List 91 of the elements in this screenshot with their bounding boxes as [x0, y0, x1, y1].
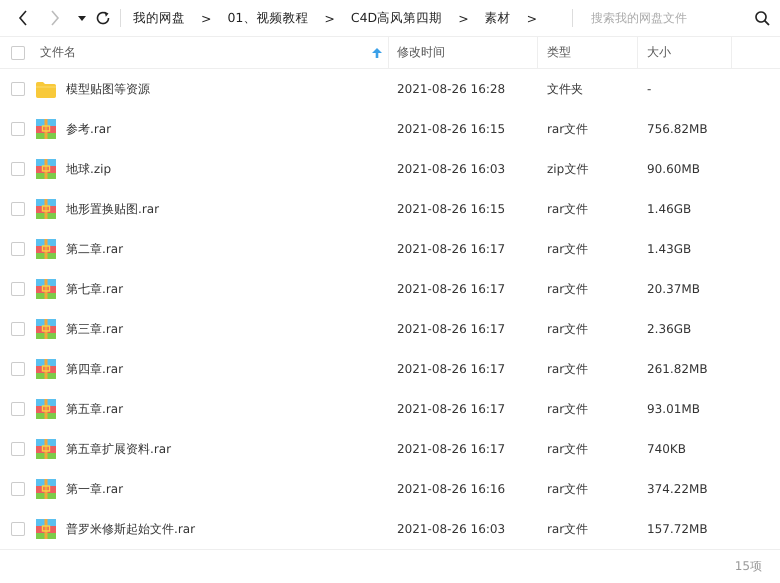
file-size: 2.36GB [647, 322, 692, 336]
file-name[interactable]: 地球.zip [66, 160, 112, 178]
column-header[interactable]: 修改时间 [389, 36, 538, 68]
modified-date: 2021-08-26 16:17 [397, 322, 506, 336]
checkbox[interactable] [11, 442, 25, 456]
file-size: 1.46GB [647, 202, 692, 216]
file-name[interactable]: 参考.rar [66, 120, 112, 138]
breadcrumb-link[interactable]: 01、视频教程 [227, 10, 308, 26]
file-type: rar文件 [547, 362, 588, 376]
modified-date: 2021-08-26 16:15 [397, 122, 506, 136]
checkbox[interactable] [11, 46, 25, 60]
file-size: 261.82MB [647, 362, 708, 376]
modified-date: 2021-08-26 16:17 [397, 242, 506, 256]
file-type: 文件夹 [547, 82, 583, 96]
refresh-icon[interactable] [96, 11, 110, 25]
file-type: rar文件 [547, 122, 588, 136]
file-size: 90.60MB [647, 162, 700, 176]
checkbox[interactable] [11, 122, 25, 136]
breadcrumb-separator: > [324, 10, 335, 26]
back-icon [18, 10, 28, 26]
archive-file-icon [36, 159, 56, 179]
modified-date: 2021-08-26 16:15 [397, 202, 506, 216]
archive-file-icon [36, 319, 56, 339]
forward-icon [50, 10, 60, 26]
archive-file-icon [36, 279, 56, 299]
file-name[interactable]: 地形置换贴图.rar [66, 200, 160, 218]
breadcrumb-link[interactable]: C4D高风第四期 [350, 10, 442, 26]
file-name[interactable]: 模型贴图等资源 [66, 80, 150, 98]
checkbox[interactable] [11, 322, 25, 336]
file-name[interactable]: 第五章扩展资料.rar [66, 440, 172, 458]
column-header[interactable]: 文件名 [36, 36, 389, 68]
checkbox[interactable] [11, 242, 25, 256]
checkbox[interactable] [11, 522, 25, 536]
file-type: zip文件 [547, 162, 588, 176]
file-size: - [647, 82, 652, 96]
modified-date: 2021-08-26 16:16 [397, 482, 506, 496]
archive-file-icon [36, 479, 56, 499]
file-name[interactable]: 第七章.rar [66, 280, 124, 298]
breadcrumb-separator: > [458, 10, 469, 26]
file-type: rar文件 [547, 282, 588, 296]
file-size: 157.72MB [647, 522, 708, 536]
dropdown-caret-icon[interactable] [78, 16, 86, 20]
checkbox[interactable] [11, 402, 25, 416]
file-name[interactable]: 第五章.rar [66, 400, 124, 418]
file-type: rar文件 [547, 522, 588, 536]
search-icon[interactable] [755, 10, 770, 26]
archive-file-icon [36, 239, 56, 259]
breadcrumb-link[interactable]: 素材 [484, 10, 511, 26]
archive-file-icon [36, 519, 56, 539]
file-size: 740KB [647, 442, 686, 456]
file-name[interactable]: 第四章.rar [66, 360, 124, 378]
column-header[interactable]: 大小 [638, 36, 732, 68]
file-size: 20.37MB [647, 282, 700, 296]
modified-date: 2021-08-26 16:17 [397, 402, 506, 416]
breadcrumb-link[interactable]: 我的网盘 [133, 10, 185, 26]
folder-icon [36, 80, 56, 98]
item-count: 15项 [734, 558, 762, 575]
archive-file-icon [36, 119, 56, 139]
breadcrumb-separator: > [201, 10, 212, 26]
checkbox[interactable] [11, 162, 25, 176]
file-size: 756.82MB [647, 122, 708, 136]
file-size: 374.22MB [647, 482, 708, 496]
archive-file-icon [36, 399, 56, 419]
file-type: rar文件 [547, 242, 588, 256]
file-name[interactable]: 第三章.rar [66, 320, 124, 338]
file-name[interactable]: 第一章.rar [66, 480, 124, 498]
modified-date: 2021-08-26 16:03 [397, 162, 506, 176]
file-type: rar文件 [547, 402, 588, 416]
modified-date: 2021-08-26 16:17 [397, 362, 506, 376]
file-name[interactable]: 普罗米修斯起始文件.rar [66, 520, 196, 538]
archive-file-icon [36, 439, 56, 459]
modified-date: 2021-08-26 16:03 [397, 522, 506, 536]
checkbox[interactable] [11, 82, 25, 96]
modified-date: 2021-08-26 16:28 [397, 82, 506, 96]
file-type: rar文件 [547, 202, 588, 216]
checkbox[interactable] [11, 362, 25, 376]
file-type: rar文件 [547, 442, 588, 456]
column-header[interactable]: 类型 [538, 36, 638, 68]
file-name[interactable]: 第二章.rar [66, 240, 124, 258]
file-type: rar文件 [547, 322, 588, 336]
modified-date: 2021-08-26 16:17 [397, 442, 506, 456]
file-size: 93.01MB [647, 402, 700, 416]
breadcrumb-separator: > [526, 10, 538, 26]
archive-file-icon [36, 359, 56, 379]
checkbox[interactable] [11, 202, 25, 216]
checkbox[interactable] [11, 282, 25, 296]
file-size: 1.43GB [647, 242, 692, 256]
archive-file-icon [36, 199, 56, 219]
checkbox[interactable] [11, 482, 25, 496]
file-type: rar文件 [547, 482, 588, 496]
modified-date: 2021-08-26 16:17 [397, 282, 506, 296]
